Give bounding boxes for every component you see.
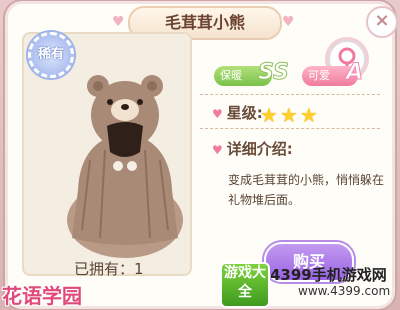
- heart-icon: ♥: [282, 14, 295, 30]
- star-rating-label: 星级:: [212, 102, 263, 123]
- bear-costume-image: [67, 75, 183, 258]
- watermark-site: 4399手机游戏网: [270, 266, 387, 284]
- detail-label: 详细介绍:: [212, 138, 293, 159]
- watermark-url: www.4399.com: [298, 284, 391, 298]
- watermark-box: 游戏大全: [220, 262, 270, 308]
- attribute-grade-warm: SS: [258, 60, 290, 86]
- close-button[interactable]: ×: [366, 6, 398, 38]
- attribute-grade-cute: A: [345, 60, 364, 86]
- divider: [200, 128, 380, 129]
- owned-count: 已拥有：1: [74, 260, 144, 278]
- heart-icon: ♥: [112, 14, 125, 30]
- divider: [200, 94, 380, 95]
- game-logo: 花语学园: [2, 284, 82, 308]
- star-rating: ★★★: [260, 103, 320, 127]
- item-description: 变成毛茸茸的小熊，悄悄躲在礼物堆后面。: [228, 173, 385, 207]
